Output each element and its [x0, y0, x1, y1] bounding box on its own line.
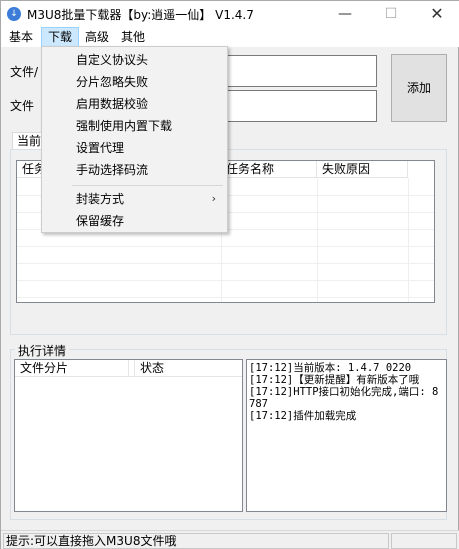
col-segment[interactable]: 文件分片 [15, 360, 129, 377]
menu-item-data-verify[interactable]: 启用数据校验 [43, 93, 226, 115]
segment-grid[interactable]: 文件分片 状态 [14, 359, 243, 512]
grid-line [17, 297, 434, 298]
add-button[interactable]: 添加 [391, 54, 447, 122]
menu-item-container-format[interactable]: 封装方式 › [43, 188, 226, 210]
status-text: 提示:可以直接拖入M3U8文件哦 [3, 533, 389, 549]
menu-item-select-stream[interactable]: 手动选择码流 [43, 159, 226, 181]
maximize-button[interactable]: ☐ [368, 1, 414, 27]
grid-line [317, 178, 318, 302]
menu-item-custom-headers[interactable]: 自定义协议头 [43, 49, 226, 71]
download-icon: ↓ [7, 7, 21, 21]
menu-download[interactable]: 下载 [41, 27, 80, 47]
grid-line [408, 178, 409, 302]
minimize-button[interactable]: — [322, 1, 368, 27]
chevron-right-icon: › [211, 192, 216, 205]
file-path-label: 文件/ [10, 65, 39, 79]
menu-bar: 基本 下载 高级 其他 [1, 27, 459, 47]
grid-line [17, 246, 434, 247]
close-button[interactable]: ✕ [414, 1, 459, 27]
file-name-input[interactable] [225, 90, 377, 122]
menu-item-force-builtin[interactable]: 强制使用内置下载 [43, 115, 226, 137]
file-path-input[interactable] [225, 55, 377, 87]
menu-item-ignore-segment-fail[interactable]: 分片忽略失败 [43, 71, 226, 93]
menu-item-label: 封装方式 [76, 192, 125, 206]
menu-item-proxy[interactable]: 设置代理 [43, 137, 226, 159]
log-line: [17:12]HTTP接口初始化完成,端口: 8787 [249, 386, 439, 410]
menu-other[interactable]: 其他 [115, 27, 151, 47]
title-bar: ↓ M3U8批量下载器【by:逍遥一仙】 V1.4.7 — ☐ ✕ [1, 1, 459, 27]
main-window: ↓ M3U8批量下载器【by:逍遥一仙】 V1.4.7 — ☐ ✕ 基本 下载 … [0, 0, 459, 549]
grid-line [17, 263, 434, 264]
menu-basic[interactable]: 基本 [3, 27, 39, 47]
log-panel[interactable]: [17:12]当前版本: 1.4.7 0220 [17:12]【更新提醒】有新版… [246, 359, 447, 512]
menu-separator [72, 185, 223, 186]
window-title: M3U8批量下载器【by:逍遥一仙】 V1.4.7 [27, 8, 254, 22]
log-line: [17:12]插件加载完成 [249, 410, 357, 422]
details-title: 执行详情 [15, 342, 70, 359]
status-panel-secondary [391, 533, 457, 549]
menu-item-keep-cache[interactable]: 保留缓存 [43, 210, 226, 232]
grid-line [17, 280, 434, 281]
log-line: [17:12]当前版本: 1.4.7 0220 [249, 362, 412, 374]
col-status[interactable]: 状态 [135, 360, 242, 377]
file-name-label: 文件 [10, 99, 35, 113]
download-menu: 自定义协议头 分片忽略失败 启用数据校验 强制使用内置下载 设置代理 手动选择码… [41, 46, 228, 233]
status-bar: 提示:可以直接拖入M3U8文件哦 [1, 530, 459, 549]
col-fail-reason[interactable]: 失败原因 [317, 161, 408, 178]
col-task-name[interactable]: 任务名称 [221, 161, 317, 178]
log-line: [17:12]【更新提醒】有新版本了哦 [249, 374, 420, 386]
menu-advanced[interactable]: 高级 [79, 27, 115, 47]
